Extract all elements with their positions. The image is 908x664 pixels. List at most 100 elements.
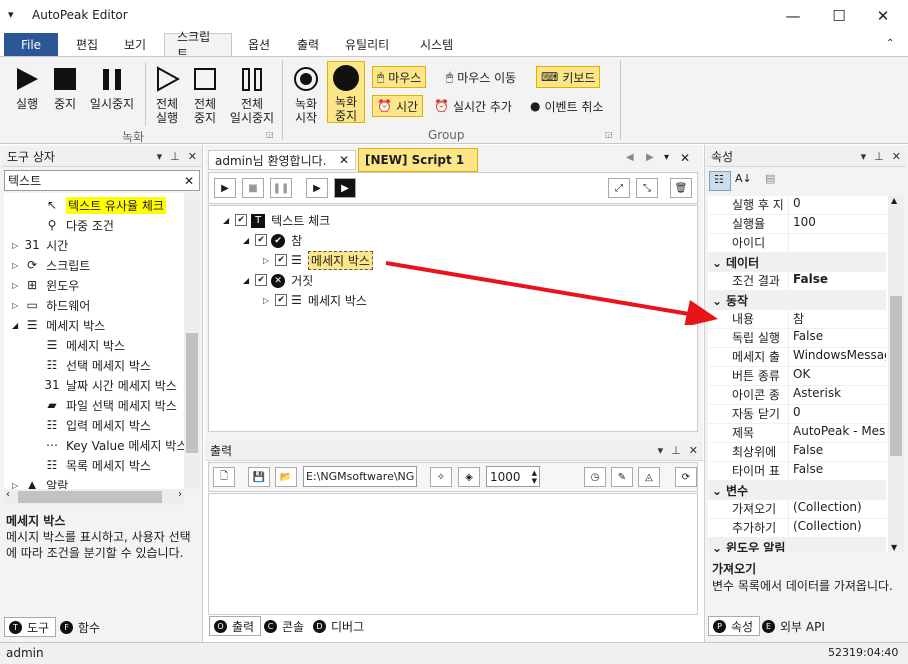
pin-icon[interactable]: ⊥: [874, 150, 884, 163]
log-path-input[interactable]: E:\NGMsoftware\NG: [303, 466, 417, 487]
minimize-button[interactable]: —: [770, 0, 816, 32]
close-doc-icon[interactable]: ✕: [680, 151, 690, 165]
expand-icon[interactable]: ◢: [243, 276, 249, 285]
tab-script-1[interactable]: [NEW] Script 1: [358, 148, 478, 172]
toolbox-item[interactable]: ☷ 목록 메세지 박스: [44, 455, 151, 475]
toolbox-item[interactable]: ▷ ⊞ 윈도우: [12, 275, 79, 295]
close-tab-icon[interactable]: ✕: [339, 153, 349, 167]
event-cancel-button[interactable]: ● 이벤트 취소: [526, 95, 608, 117]
tab-scroll-left-icon[interactable]: ◀: [626, 152, 634, 163]
tab-file[interactable]: File: [4, 33, 58, 56]
script-pause-button[interactable]: ❚❚: [270, 178, 292, 198]
full-stop-button[interactable]: 전체 중지: [188, 64, 222, 125]
node-checkbox[interactable]: ✔: [235, 214, 248, 226]
property-row[interactable]: 자동 닫기 0: [708, 405, 886, 424]
erase-button[interactable]: ◈: [458, 467, 480, 487]
tab-options[interactable]: 옵션: [236, 33, 282, 56]
toolbox-search-input[interactable]: 텍스트 ✕: [4, 170, 200, 191]
property-row[interactable]: 제목 AutoPeak - Messa: [708, 424, 886, 443]
property-value[interactable]: False: [788, 443, 886, 461]
system-menu-icon[interactable]: ▾: [8, 8, 14, 21]
toolbox-item[interactable]: ▷ ▲ 알람: [12, 475, 68, 489]
close-panel-icon[interactable]: ✕: [689, 444, 698, 457]
script-play-button[interactable]: ▶: [214, 178, 236, 198]
full-pause-button[interactable]: 전체 일시중지: [226, 64, 278, 125]
collapse-ribbon-icon[interactable]: ⌃: [886, 38, 894, 49]
tab-output[interactable]: 출력: [285, 33, 331, 56]
mouse-move-button[interactable]: 🖱 마우스 이동: [442, 66, 520, 88]
script-step-button[interactable]: ▶: [306, 178, 328, 198]
tab-debugger[interactable]: D 디버그: [313, 616, 364, 636]
delete-button[interactable]: 🗑: [670, 178, 692, 198]
toolbox-item[interactable]: 31 날짜 시간 메세지 박스: [44, 375, 176, 395]
property-value[interactable]: AutoPeak - Messa: [788, 424, 886, 442]
script-step-over-button[interactable]: ▶: [334, 178, 356, 198]
property-value[interactable]: (Collection): [788, 519, 886, 537]
toolbox-item[interactable]: ⚲ 다중 조건: [44, 215, 114, 235]
alphabetical-button[interactable]: A↓: [735, 172, 752, 185]
expand-all-button[interactable]: ⤢: [608, 178, 630, 198]
node-checkbox[interactable]: ✔: [275, 254, 288, 266]
expand-icon[interactable]: ▷: [12, 261, 18, 270]
output-console[interactable]: [208, 493, 698, 615]
property-value[interactable]: Asterisk: [788, 386, 886, 404]
close-button[interactable]: ✕: [860, 0, 906, 32]
property-value[interactable]: (Collection): [788, 500, 886, 518]
expand-icon[interactable]: ▷: [263, 296, 269, 305]
property-value[interactable]: 0: [788, 405, 886, 423]
tab-welcome[interactable]: admin님 환영합니다. ✕: [208, 150, 356, 170]
script-stop-button[interactable]: ■: [242, 178, 264, 198]
toolbox-item[interactable]: ☷ 선택 메세지 박스: [44, 355, 151, 375]
line-count-stepper[interactable]: 1000 ▲ ▼: [486, 466, 540, 487]
expand-icon[interactable]: ▷: [12, 241, 18, 250]
toolbox-item[interactable]: ↖ 텍스트 유사율 체크: [44, 195, 166, 215]
refresh-button[interactable]: ⟳: [675, 467, 697, 487]
brush-button[interactable]: ✎: [611, 467, 633, 487]
property-value[interactable]: 100: [788, 215, 886, 233]
property-row[interactable]: 아이디: [708, 234, 886, 253]
pin-icon[interactable]: ⊥: [671, 444, 681, 457]
new-log-button[interactable]: 🗋: [213, 467, 235, 487]
tab-script[interactable]: 스크립트: [164, 30, 232, 61]
close-panel-icon[interactable]: ✕: [188, 150, 197, 163]
expand-icon[interactable]: ▷: [12, 281, 18, 290]
toolbox-hscrollbar[interactable]: ‹ ›: [4, 489, 184, 505]
expand-icon[interactable]: ▷: [12, 481, 18, 490]
tab-menu-icon[interactable]: ▾: [664, 152, 669, 163]
script-node[interactable]: ◢ ✔ ✔ 참: [243, 230, 302, 250]
stop-button[interactable]: 중지: [48, 64, 82, 111]
maximize-button[interactable]: ☐: [816, 0, 862, 32]
property-row[interactable]: 버튼 종류 OK: [708, 367, 886, 386]
dropdown-icon[interactable]: ▾: [157, 150, 163, 163]
node-checkbox[interactable]: ✔: [255, 274, 268, 286]
toolbox-item[interactable]: ◢ ☰ 메세지 박스: [12, 315, 105, 335]
property-row[interactable]: 조건 결과 False: [708, 272, 886, 291]
expand-icon[interactable]: ▷: [263, 256, 269, 265]
property-value[interactable]: False: [788, 462, 886, 480]
property-category[interactable]: ⌄ 데이터: [708, 253, 886, 272]
tab-external-api[interactable]: E 외부 API: [762, 616, 825, 636]
tab-view[interactable]: 보기: [112, 33, 158, 56]
toolbox-scrollbar[interactable]: [184, 193, 200, 489]
timestamp-button[interactable]: ◷: [584, 467, 606, 487]
dropdown-icon[interactable]: ▾: [861, 150, 867, 163]
property-category[interactable]: ⌄ 동작: [708, 291, 886, 310]
toolbox-item[interactable]: ▷ 31 시간: [12, 235, 68, 255]
tab-output-panel[interactable]: O 출력: [209, 616, 261, 636]
open-folder-button[interactable]: 📂: [275, 467, 297, 487]
property-value[interactable]: [788, 234, 886, 252]
node-checkbox[interactable]: ✔: [255, 234, 268, 246]
property-value[interactable]: WindowsMessage: [788, 348, 886, 366]
property-value[interactable]: False: [788, 329, 886, 347]
keyboard-button[interactable]: ⌨ 키보드: [536, 66, 601, 88]
close-panel-icon[interactable]: ✕: [892, 150, 901, 163]
node-checkbox[interactable]: ✔: [275, 294, 288, 306]
property-value[interactable]: 0: [788, 196, 886, 214]
expand-icon[interactable]: ◢: [243, 236, 249, 245]
property-row[interactable]: 메세지 출 WindowsMessage: [708, 348, 886, 367]
tab-system[interactable]: 시스템: [408, 33, 465, 56]
record-start-button[interactable]: 녹화 시작: [288, 64, 324, 125]
expand-icon[interactable]: ▷: [12, 301, 18, 310]
property-row[interactable]: 내용 참: [708, 310, 886, 329]
tab-tools[interactable]: T 도구: [4, 617, 56, 637]
